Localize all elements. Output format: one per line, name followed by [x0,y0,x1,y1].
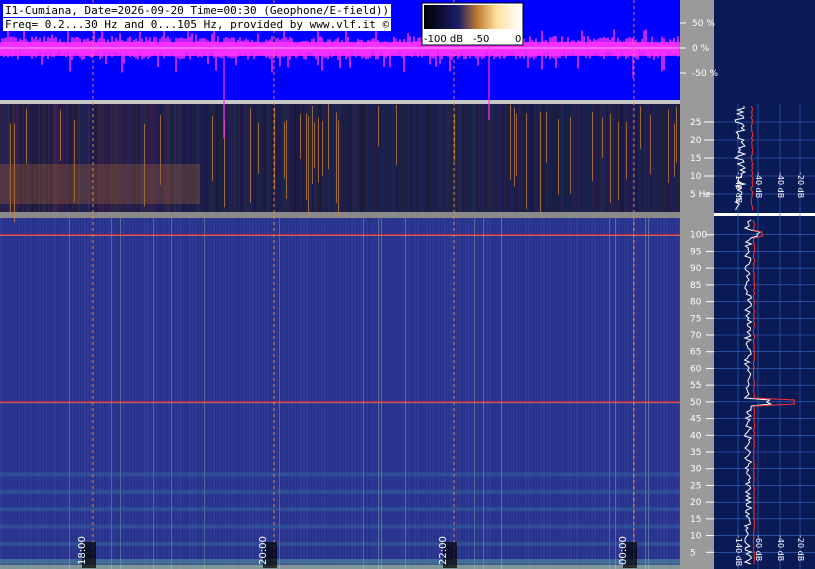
wave-tick-label: 0 % [692,44,710,54]
spec-high-tick-label: 60 [690,364,702,374]
spec-high-tick-label: 50 [690,398,702,408]
profile-db-label: -40 dB [776,535,785,561]
spec-high-tick-label: 85 [690,281,701,291]
spec-high-tick-label: 95 [690,247,701,257]
wave-tick-label: 50 % [692,19,715,29]
spec-high-tick-label: 30 [690,465,702,475]
time-label: 00:00 [618,536,629,565]
wave-tick-label: -50 % [692,69,719,79]
profile-db-label: -140 dB [734,172,743,203]
spec-low-tick-label: 20 [690,136,702,146]
time-label: 18:00 [77,536,88,565]
spec-high-tick-label: 45 [690,415,701,425]
profile-db-label: -60 dB [754,535,763,561]
colorbar-mid-label: -50 [473,34,489,45]
spec-high-tick-label: 15 [690,515,701,525]
colorbar-max-label: 0 [515,34,521,45]
spec-high-tick-label: 35 [690,448,701,458]
header-line-1: I1-Cumiana, Date=2026-09-20 Time=00:30 (… [3,4,392,17]
profile-db-label: -20 dB [796,172,805,198]
profile-db-label: -140 dB [734,535,743,566]
spec-high-tick-label: 55 [690,381,701,391]
spectrogram-high-texture [0,218,680,569]
time-label: 20:00 [258,536,269,565]
spec-high-tick-label: 40 [690,431,702,441]
spec-high-tick-label: 80 [690,298,702,308]
vlf-spectrogram-display: 50 %0 %-50 %252015105 Hz1009590858075706… [0,0,815,569]
spec-high-tick-label: 70 [690,331,702,341]
profile-db-label: -40 dB [754,172,763,198]
time-label: 22:00 [438,536,449,565]
spec-high-tick-label: 20 [690,498,702,508]
spec-high-tick-label: 100 [690,231,707,241]
spectrogram-low-texture [0,104,680,223]
spec-high-tick-label: 90 [690,264,702,274]
spec-high-tick-label: 5 [690,548,696,558]
profile-db-label: -20 dB [796,535,805,561]
spec-high-tick-label: 75 [690,314,701,324]
spec-low-tick-label: 15 [690,154,701,164]
spec-high-tick-label: 10 [690,532,702,542]
spec-high-tick-label: 65 [690,348,701,358]
spec-low-tick-label: 25 [690,118,701,128]
spec-low-tick-label: 10 [690,172,702,182]
profile-db-label: -40 dB [776,172,785,198]
spec-high-tick-label: 25 [690,481,701,491]
header-line-2: Freq= 0.2...30 Hz and 0...105 Hz, provid… [3,18,392,31]
spec-low-tick-label: 5 Hz [690,190,710,200]
colorbar: -100 dB -50 0 [421,2,524,46]
colorbar-min-label: -100 dB [424,34,463,45]
